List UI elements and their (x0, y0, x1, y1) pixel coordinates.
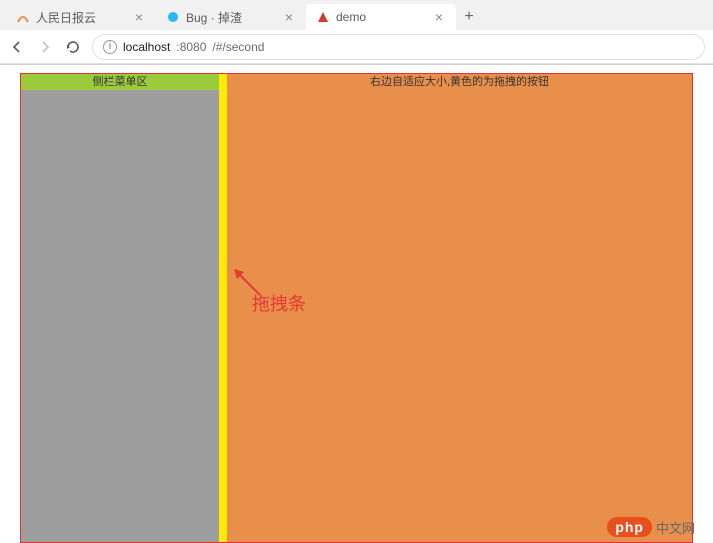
page-content: 侧栏菜单区 右边自适应大小,黄色的为拖拽的按钮 拖拽条 (0, 65, 713, 543)
browser-chrome: 人民日报云 × Bug · 掉渣 × demo × + i localhost:… (0, 0, 713, 65)
favicon-icon (16, 10, 30, 24)
tab-title: 人民日报云 (36, 9, 132, 26)
watermark: php 中文网 (607, 517, 695, 537)
tab-bar: 人民日报云 × Bug · 掉渣 × demo × + (0, 0, 713, 30)
close-icon[interactable]: × (432, 10, 446, 24)
watermark-text: 中文网 (656, 518, 695, 537)
favicon-icon (316, 10, 330, 24)
sidebar-header: 侧栏菜单区 (21, 74, 219, 90)
tab-item[interactable]: 人民日报云 × (6, 4, 156, 30)
site-info-icon[interactable]: i (103, 40, 117, 54)
new-tab-button[interactable]: + (456, 4, 482, 30)
back-button[interactable] (8, 38, 26, 56)
main-header: 右边自适应大小,黄色的为拖拽的按钮 (227, 74, 692, 90)
watermark-brand: php (607, 517, 652, 537)
drag-handle[interactable] (219, 74, 227, 542)
address-bar: i localhost :8080 /#/second (0, 30, 713, 64)
url-input[interactable]: i localhost :8080 /#/second (92, 34, 705, 60)
layout-frame: 侧栏菜单区 右边自适应大小,黄色的为拖拽的按钮 (20, 73, 693, 543)
sidebar-panel: 侧栏菜单区 (21, 74, 219, 542)
close-icon[interactable]: × (132, 10, 146, 24)
url-path: /#/second (212, 40, 264, 54)
url-host: localhost (123, 40, 170, 54)
tab-item-active[interactable]: demo × (306, 4, 456, 30)
reload-button[interactable] (64, 38, 82, 56)
tab-title: demo (336, 10, 432, 24)
close-icon[interactable]: × (282, 10, 296, 24)
forward-button[interactable] (36, 38, 54, 56)
tab-item[interactable]: Bug · 掉渣 × (156, 4, 306, 30)
favicon-icon (166, 10, 180, 24)
url-port: :8080 (176, 40, 206, 54)
main-panel: 右边自适应大小,黄色的为拖拽的按钮 (227, 74, 692, 542)
tab-title: Bug · 掉渣 (186, 9, 282, 26)
